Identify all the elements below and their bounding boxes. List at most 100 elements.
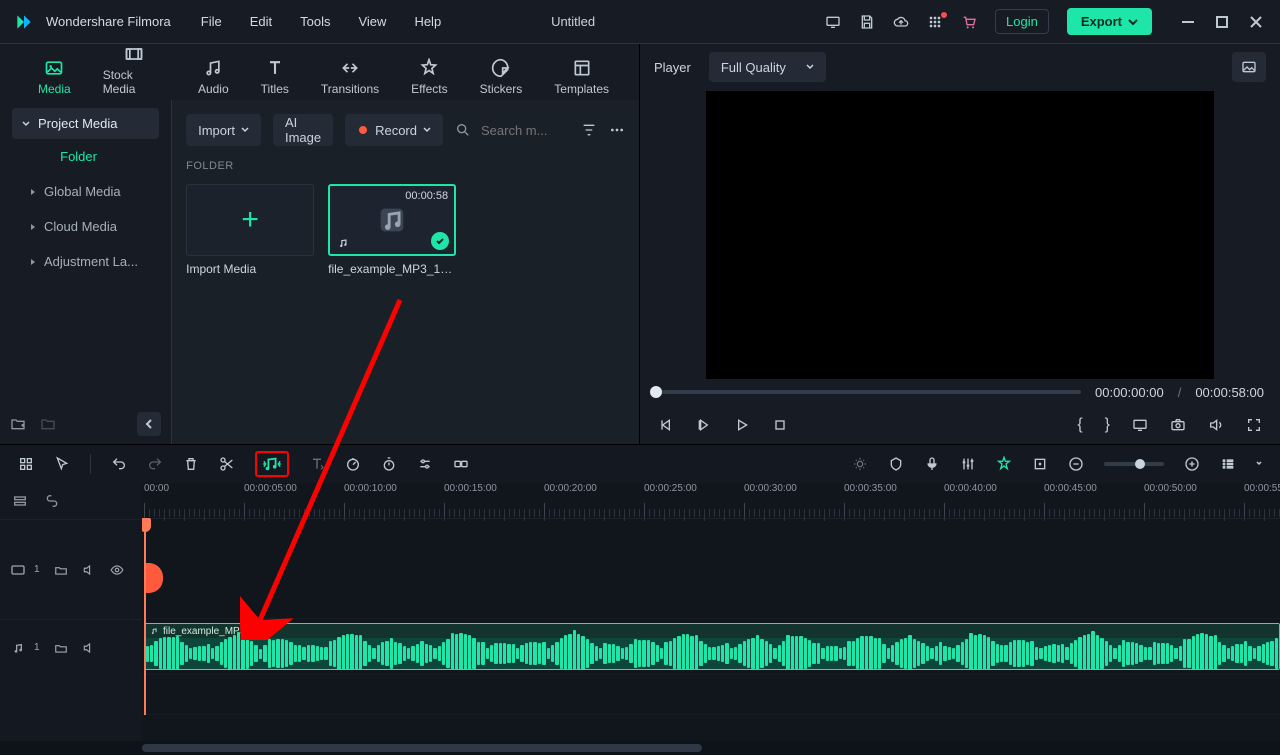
sidebar-global-media[interactable]: Global Media bbox=[0, 174, 171, 209]
track-mute-icon[interactable] bbox=[82, 641, 96, 655]
display-mode-icon[interactable] bbox=[1132, 417, 1148, 433]
zoom-slider[interactable] bbox=[1104, 462, 1164, 466]
login-button[interactable]: Login bbox=[995, 9, 1049, 34]
tab-audio[interactable]: Audio bbox=[198, 58, 229, 100]
ai-image-button[interactable]: AI Image bbox=[273, 114, 333, 146]
tab-transitions[interactable]: Transitions bbox=[321, 58, 379, 100]
stop-icon[interactable] bbox=[772, 417, 788, 433]
snapshot-button[interactable] bbox=[1232, 52, 1266, 82]
library-search[interactable] bbox=[455, 122, 569, 139]
track-lock-icon[interactable] bbox=[54, 563, 68, 577]
new-folder-icon[interactable] bbox=[10, 416, 26, 432]
speed-icon[interactable] bbox=[345, 456, 361, 472]
track-visibility-icon[interactable] bbox=[110, 563, 124, 577]
magnet-icon[interactable] bbox=[18, 456, 34, 472]
video-canvas[interactable] bbox=[706, 91, 1214, 379]
audio-mixer-icon[interactable] bbox=[960, 456, 976, 472]
mark-out-icon[interactable]: } bbox=[1105, 416, 1110, 434]
link-toggle-icon[interactable] bbox=[44, 493, 60, 509]
sidebar-cloud-media[interactable]: Cloud Media bbox=[0, 209, 171, 244]
sidebar-adjustment-layer[interactable]: Adjustment La... bbox=[0, 244, 171, 279]
tab-stickers[interactable]: Stickers bbox=[480, 58, 523, 100]
media-clip-thumb[interactable]: 00:00:58 bbox=[328, 184, 456, 256]
audio-track[interactable]: file_example_MP3_1MG bbox=[142, 619, 1280, 675]
delete-folder-icon[interactable] bbox=[40, 416, 56, 432]
filter-icon[interactable] bbox=[581, 122, 597, 138]
timeline-tracks[interactable]: 00:0000:00:05:0000:00:10:0000:00:15:0000… bbox=[142, 483, 1280, 741]
window-minimize[interactable] bbox=[1182, 16, 1194, 28]
tab-stock-label: Stock Media bbox=[103, 68, 166, 96]
asset-tabs: Media Stock Media Audio Titles Transitio… bbox=[0, 44, 639, 100]
mark-in-icon[interactable]: { bbox=[1077, 416, 1082, 434]
timeline-scrollbar[interactable] bbox=[0, 741, 1280, 755]
more-icon[interactable] bbox=[609, 122, 625, 138]
audio-stretch-button[interactable] bbox=[255, 451, 289, 477]
cursor-icon[interactable] bbox=[54, 456, 70, 472]
save-icon[interactable] bbox=[859, 14, 875, 30]
text-icon[interactable] bbox=[309, 456, 325, 472]
link-clips-icon[interactable] bbox=[453, 456, 469, 472]
zoom-in-icon[interactable] bbox=[1184, 456, 1200, 472]
media-clip-card[interactable]: 00:00:58 file_example_MP3_1MG bbox=[328, 184, 456, 276]
marker-icon[interactable] bbox=[888, 456, 904, 472]
empty-track[interactable] bbox=[142, 675, 1280, 715]
play-icon[interactable] bbox=[734, 417, 750, 433]
export-button[interactable]: Export bbox=[1067, 8, 1152, 35]
import-media-thumb[interactable]: + bbox=[186, 184, 314, 256]
camera-icon[interactable] bbox=[1170, 417, 1186, 433]
time-ruler[interactable]: 00:0000:00:05:0000:00:10:0000:00:15:0000… bbox=[142, 483, 1280, 519]
track-manage-icon[interactable] bbox=[12, 493, 28, 509]
import-media-card[interactable]: + Import Media bbox=[186, 184, 314, 276]
window-close[interactable] bbox=[1250, 16, 1262, 28]
import-button[interactable]: Import bbox=[186, 114, 261, 146]
quality-select[interactable]: Full Quality bbox=[709, 52, 826, 82]
tab-effects[interactable]: Effects bbox=[411, 58, 447, 100]
tab-stock-media[interactable]: Stock Media bbox=[103, 44, 166, 100]
playhead[interactable] bbox=[144, 519, 146, 715]
video-preview bbox=[640, 91, 1280, 379]
tab-titles[interactable]: Titles bbox=[261, 58, 289, 100]
window-maximize[interactable] bbox=[1216, 16, 1228, 28]
play-back-icon[interactable] bbox=[696, 417, 712, 433]
delete-icon[interactable] bbox=[183, 456, 199, 472]
undo-icon[interactable] bbox=[111, 456, 127, 472]
crop-icon[interactable] bbox=[1032, 456, 1048, 472]
time-total: 00:00:58:00 bbox=[1195, 385, 1264, 400]
sidebar-folder[interactable]: Folder bbox=[0, 139, 171, 174]
auto-beat-icon[interactable] bbox=[996, 456, 1012, 472]
voiceover-icon[interactable] bbox=[924, 456, 940, 472]
record-button[interactable]: Record bbox=[345, 114, 443, 146]
prev-frame-icon[interactable] bbox=[658, 417, 674, 433]
auto-enhance-icon[interactable] bbox=[852, 456, 868, 472]
track-lock-icon[interactable] bbox=[54, 641, 68, 655]
zoom-out-icon[interactable] bbox=[1068, 456, 1084, 472]
cart-icon[interactable] bbox=[961, 14, 977, 30]
split-icon[interactable] bbox=[219, 456, 235, 472]
sidebar-project-media[interactable]: Project Media bbox=[12, 108, 159, 139]
menu-file[interactable]: File bbox=[201, 14, 222, 29]
timer-icon[interactable] bbox=[381, 456, 397, 472]
video-track[interactable] bbox=[142, 519, 1280, 619]
sliders-icon[interactable] bbox=[417, 456, 433, 472]
volume-icon[interactable] bbox=[1208, 417, 1224, 433]
audio-track-header[interactable]: 1 bbox=[0, 619, 142, 675]
redo-icon[interactable] bbox=[147, 456, 163, 472]
track-mute-icon[interactable] bbox=[82, 563, 96, 577]
tab-media[interactable]: Media bbox=[38, 58, 71, 100]
device-icon[interactable] bbox=[825, 14, 841, 30]
document-title: Untitled bbox=[321, 14, 825, 29]
cloud-icon[interactable] bbox=[893, 14, 909, 30]
tab-templates[interactable]: Templates bbox=[554, 58, 609, 100]
video-track-header[interactable]: 1 bbox=[0, 519, 142, 619]
plus-icon: + bbox=[241, 203, 259, 237]
fullscreen-icon[interactable] bbox=[1246, 417, 1262, 433]
apps-icon[interactable] bbox=[927, 14, 943, 30]
menu-edit[interactable]: Edit bbox=[250, 14, 272, 29]
search-input[interactable] bbox=[479, 122, 569, 139]
track-view-dropdown[interactable] bbox=[1256, 459, 1262, 469]
audio-clip[interactable]: file_example_MP3_1MG bbox=[144, 623, 1280, 670]
track-view-icon[interactable] bbox=[1220, 456, 1236, 472]
record-marker[interactable] bbox=[145, 563, 163, 593]
collapse-sidebar[interactable] bbox=[137, 412, 161, 436]
seek-bar[interactable] bbox=[656, 390, 1081, 394]
